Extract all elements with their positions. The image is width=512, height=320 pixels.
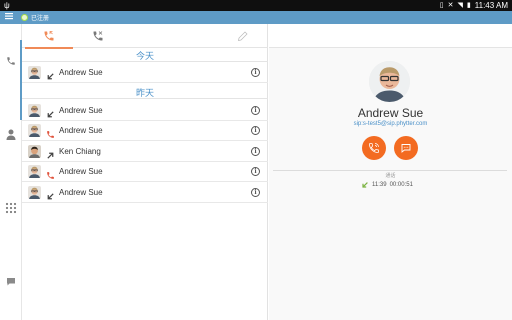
contact-name: Ken Chiang [59,147,101,156]
edit-icon [238,31,248,41]
side-navigation [0,24,22,320]
info-icon[interactable]: i [251,106,260,115]
info-icon[interactable]: i [251,188,260,197]
status-dot-icon [21,14,28,21]
registration-status-text: 已注册 [31,16,50,22]
phone-icon[interactable] [4,54,18,68]
call-log-row[interactable]: Andrew Sue i [22,101,268,121]
call-log-row[interactable]: Andrew Sue i [22,162,268,182]
call-button[interactable] [362,136,386,160]
tab-missed-calls[interactable] [85,24,111,48]
missed-call-icon [46,126,55,138]
wifi-icon: ◥ [457,1,463,9]
mute-icon: ✕ [447,1,454,9]
divider [273,170,507,171]
contact-sip-address[interactable]: sip:s-test5@sip.phytter.com [269,121,512,127]
avatar [28,145,41,158]
chat-bubble-icon [401,144,411,153]
registration-status[interactable]: 已注册 [21,13,49,22]
usb-icon: ψ [4,1,10,10]
system-status-bar: ψ ▯ ✕ ◥ ▮ 11:43 AM [0,0,512,11]
message-button[interactable] [394,136,418,160]
contact-name: Andrew Sue [59,68,103,77]
chat-icon[interactable] [4,275,18,289]
incoming-call-icon [46,188,55,200]
info-icon[interactable]: i [251,68,260,77]
dialpad-icon[interactable] [4,201,18,215]
contact-name: Andrew Sue [59,188,103,197]
contact-detail-pane: Andrew Sue sip:s-test5@sip.phytter.com 通… [269,24,512,320]
clock: 11:43 AM [474,1,508,10]
incoming-call-icon [362,182,368,188]
avatar [28,124,41,137]
section-header-yesterday: 昨天 [22,87,268,99]
tab-edit[interactable] [230,24,256,48]
tab-all-calls[interactable] [25,24,73,49]
vibrate-icon: ▯ [439,1,444,9]
contact-name: Andrew Sue [59,106,103,115]
call-log-row[interactable]: Andrew Sue i [22,183,268,203]
call-log-row[interactable]: Ken Chiang i [22,142,268,162]
avatar [28,104,41,117]
contact-name: Andrew Sue [59,167,103,176]
app-bar: 已注册 [0,11,512,24]
incoming-call-icon [46,106,55,118]
section-header-today: 今天 [22,50,268,62]
call-filter-tabs [22,24,268,49]
call-history-entry: 11:39 00:00:51 [361,181,413,189]
all-calls-icon [44,31,54,41]
info-icon[interactable]: i [251,167,260,176]
history-duration: 00:00:51 [389,182,413,188]
missed-calls-icon [93,31,103,41]
incoming-call-icon [46,68,55,80]
avatar [28,186,41,199]
contacts-icon[interactable] [4,127,18,141]
hamburger-menu-icon[interactable] [5,12,15,23]
call-icon [369,143,379,153]
call-log-row[interactable]: Andrew Sue i [22,121,268,141]
outgoing-call-icon [46,147,55,159]
history-time: 11:39 [372,182,387,188]
contact-name: Andrew Sue [59,126,103,135]
contact-name-heading: Andrew Sue [357,106,424,120]
battery-icon: ▮ [466,1,471,9]
info-icon[interactable]: i [251,126,260,135]
avatar [28,165,41,178]
call-log-row[interactable]: Andrew Sue i [22,63,268,83]
history-label: 通话 [385,173,396,179]
info-icon[interactable]: i [251,147,260,156]
missed-call-icon [46,167,55,179]
detail-header [269,24,512,48]
contact-photo [369,61,410,102]
avatar [28,66,41,79]
call-history-pane: 今天 Andrew Sue i 昨天 Andrew Sue i Andrew S… [22,24,268,320]
